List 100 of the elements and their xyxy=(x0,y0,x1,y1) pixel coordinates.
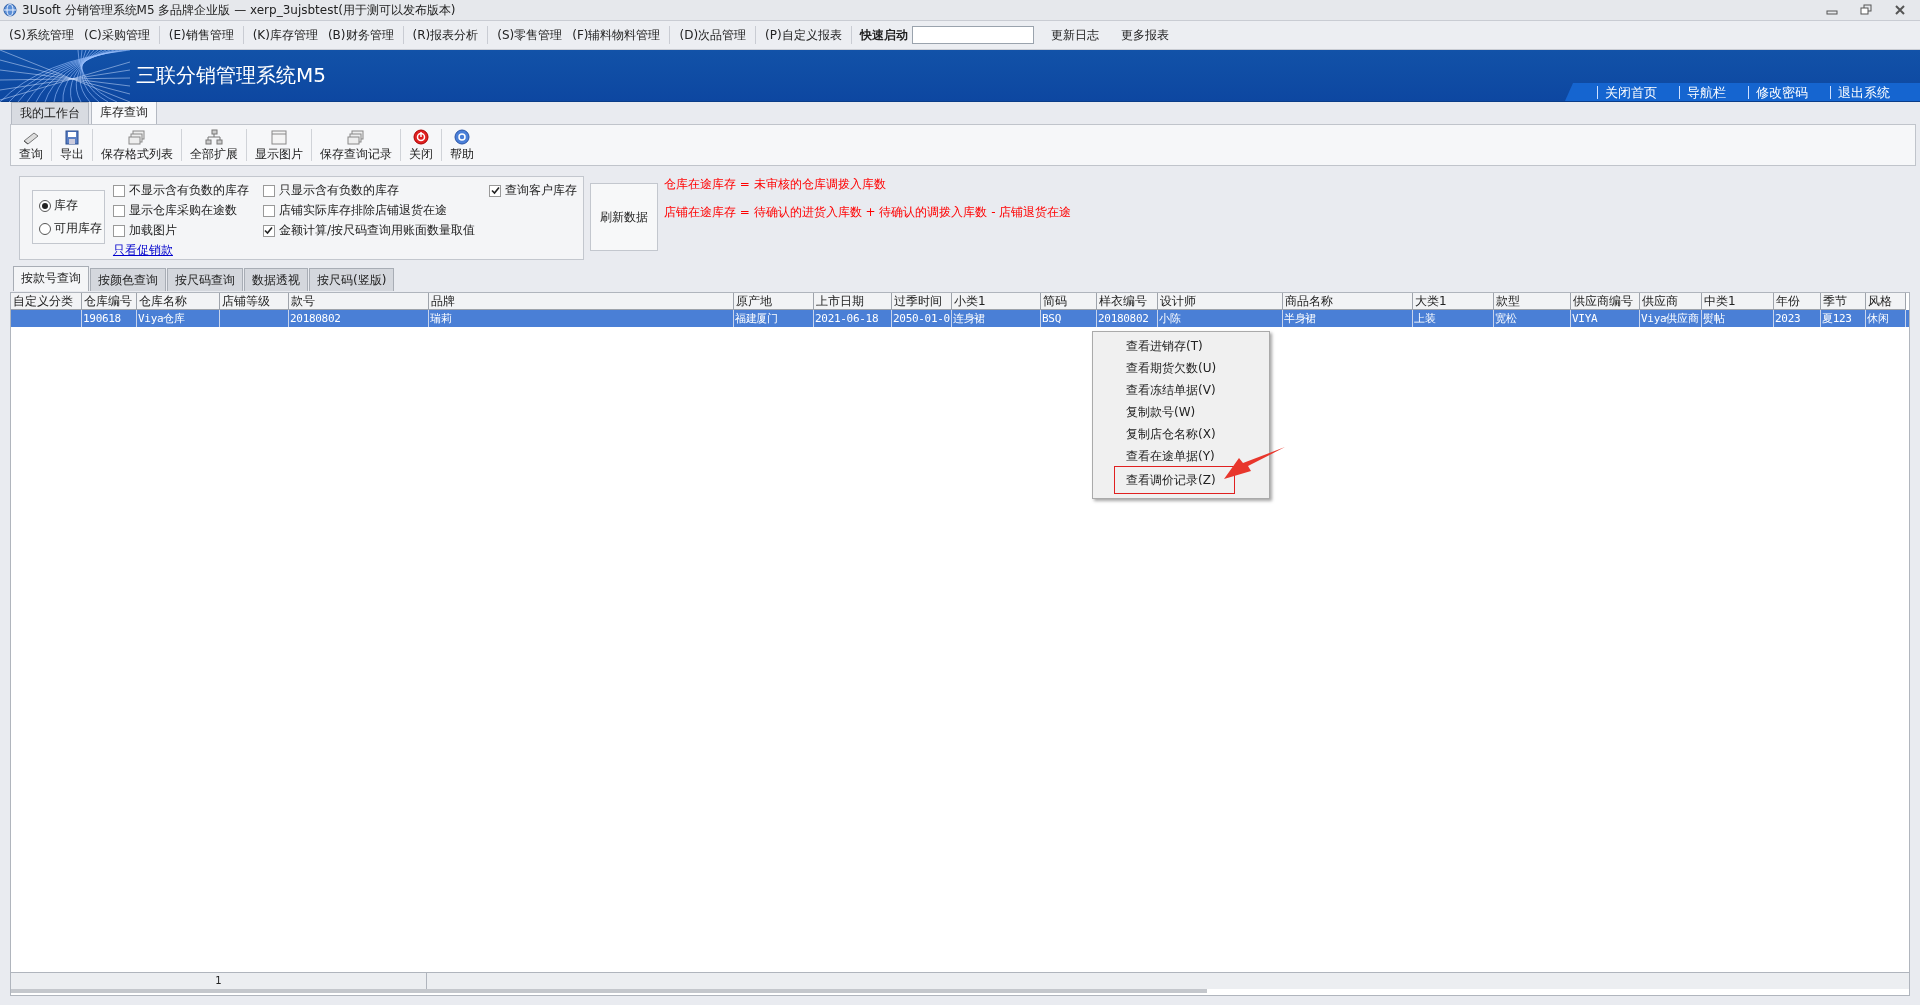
refresh-button[interactable]: 刷新数据 xyxy=(590,183,658,251)
restore-icon[interactable] xyxy=(1860,4,1872,16)
table-cell: 2050-01-0 xyxy=(892,310,952,327)
table-cell: Viya仓库 xyxy=(137,310,220,327)
menu-item[interactable]: (S)零售管理 xyxy=(492,26,568,44)
checkbox-label: 不显示含有负数的库存 xyxy=(128,182,249,199)
checkbox-label: 加载图片 xyxy=(128,222,177,239)
toolbar-button[interactable]: 全部扩展 xyxy=(182,125,246,165)
column-header[interactable]: 商品名称 xyxy=(1283,293,1413,310)
menu-item[interactable]: 查看进销存(T) xyxy=(1093,335,1269,357)
banner-link[interactable]: 关闭首页 xyxy=(1597,86,1669,99)
toolbar-button[interactable]: 关闭 xyxy=(401,125,441,165)
banner-link[interactable]: 导航栏 xyxy=(1679,86,1738,99)
close-icon[interactable] xyxy=(1894,4,1906,16)
table-cell: Viya供应商 xyxy=(1640,310,1702,327)
column-header[interactable]: 供应商编号 xyxy=(1571,293,1640,310)
window-title: 3Usoft 分销管理系统M5 多品牌企业版 — xerp_3ujsbtest(用于测可以发布版本) xyxy=(22,1,456,19)
table-cell: 小陈 xyxy=(1158,310,1283,327)
checkbox-label: 显示仓库采购在途数 xyxy=(128,202,237,219)
checkbox[interactable] xyxy=(262,204,275,217)
radio-button[interactable] xyxy=(39,222,51,235)
menu-item[interactable]: (E)销售管理 xyxy=(163,26,239,44)
stacked-windows-icon xyxy=(128,129,146,145)
table-cell: 2023 xyxy=(1774,310,1821,327)
toolbar-button[interactable]: 显示图片 xyxy=(247,125,311,165)
table-row[interactable]: 190618 Viya仓库 20180802 瑞莉 福建厦门 2021-06-18 2050-01-0 连身裙 BSQ 20180802 小陈 半身裙 上装 宽松 VIYA Viya供应商 熨帖 2023 夏123 休闲 xyxy=(11,310,1909,327)
menu-item[interactable]: (B)财务管理 xyxy=(322,26,399,44)
table-cell: 20180802 xyxy=(1097,310,1158,327)
tree-icon xyxy=(205,129,223,145)
promo-link[interactable]: 只看促销款 xyxy=(112,242,173,259)
query-tab[interactable]: 按款号查询 xyxy=(13,266,89,291)
column-header[interactable]: 仓库编号 xyxy=(82,293,137,310)
menu-item[interactable]: (P)自定义报表 xyxy=(760,26,847,44)
menu-item[interactable]: (K)库存管理 xyxy=(247,26,323,44)
radio-label: 可用库存 xyxy=(54,220,102,237)
column-header[interactable]: 店铺等级 xyxy=(220,293,289,310)
menu-item[interactable]: 查看冻结单据(V) xyxy=(1093,379,1269,401)
column-header[interactable]: 原产地 xyxy=(734,293,814,310)
horizontal-scrollbar[interactable] xyxy=(11,989,1207,993)
toolbar-button[interactable]: 导出 xyxy=(52,125,92,165)
checkbox[interactable] xyxy=(112,224,125,237)
column-header[interactable]: 年份 xyxy=(1774,293,1821,310)
query-tab[interactable]: 按颜色查询 xyxy=(90,268,166,291)
stacked-windows-icon xyxy=(347,129,365,145)
menu-item[interactable]: 复制款号(W) xyxy=(1093,401,1269,423)
checkbox[interactable] xyxy=(112,184,125,197)
column-header[interactable]: 中类1 xyxy=(1702,293,1774,310)
column-header[interactable]: 自定义分类 xyxy=(11,293,82,310)
checkbox-label: 店铺实际库存排除店铺退货在途 xyxy=(278,202,447,219)
menu-item[interactable]: 查看在途单据(Y) xyxy=(1093,445,1269,467)
column-header[interactable]: 设计师 xyxy=(1158,293,1283,310)
banner-title: 三联分销管理系统M5 xyxy=(136,62,326,89)
column-header[interactable]: 过季时间 xyxy=(892,293,952,310)
checkbox[interactable] xyxy=(489,184,501,197)
page-tab[interactable]: 库存查询 xyxy=(91,101,157,124)
quick-launch-field[interactable] xyxy=(911,26,1034,44)
toolbar-button[interactable]: 帮助 xyxy=(442,125,482,165)
menu-link[interactable]: 更多报表 xyxy=(1115,26,1174,44)
menu-item[interactable]: (D)次品管理 xyxy=(674,26,752,44)
toolbar-button[interactable]: 保存格式列表 xyxy=(93,125,181,165)
toolbar-button[interactable]: 查询 xyxy=(11,125,51,165)
menu-item[interactable]: (C)采购管理 xyxy=(79,26,155,44)
table-cell: 190618 xyxy=(82,310,137,327)
column-header[interactable]: 款号 xyxy=(289,293,429,310)
menu-item[interactable]: (R)报表分析 xyxy=(407,26,484,44)
table-cell: 夏123 xyxy=(1821,310,1866,327)
column-header[interactable]: 样衣编号 xyxy=(1097,293,1158,310)
column-header[interactable]: 供应商 xyxy=(1640,293,1702,310)
column-header[interactable]: 季节 xyxy=(1821,293,1866,310)
checkbox[interactable] xyxy=(112,204,125,217)
banner-link[interactable]: 修改密码 xyxy=(1748,86,1820,99)
column-header[interactable]: 大类1 xyxy=(1413,293,1494,310)
column-header[interactable]: 上市日期 xyxy=(814,293,892,310)
column-header[interactable]: 风格 xyxy=(1866,293,1906,310)
column-header[interactable]: 仓库名称 xyxy=(137,293,220,310)
row-count: 1 xyxy=(215,974,222,988)
column-header[interactable]: 简码 xyxy=(1041,293,1097,310)
menu-item[interactable]: (F)辅料物料管理 xyxy=(567,26,666,44)
page-tab[interactable]: 我的工作台 xyxy=(11,102,89,124)
query-tab[interactable]: 按尺码查询 xyxy=(167,268,243,291)
formula-note: 仓库在途库存 = 未审核的仓库调拨入库数 xyxy=(664,176,887,193)
menu-item[interactable]: (S)系统管理 xyxy=(4,26,79,44)
app-globe-icon xyxy=(3,3,17,17)
column-header[interactable]: 品牌 xyxy=(429,293,734,310)
menu-item[interactable]: 复制店仓名称(X) xyxy=(1093,423,1269,445)
radio-button[interactable] xyxy=(39,199,51,212)
checkbox[interactable] xyxy=(262,224,275,237)
menu-link[interactable]: 更新日志 xyxy=(1045,26,1104,44)
help-icon xyxy=(453,129,471,145)
menu-item[interactable]: 查看期货欠数(U) xyxy=(1093,357,1269,379)
column-header[interactable]: 款型 xyxy=(1494,293,1571,310)
query-tab[interactable]: 按尺码(竖版) xyxy=(309,268,395,291)
checkbox[interactable] xyxy=(262,184,275,197)
query-tab[interactable]: 数据透视 xyxy=(244,268,308,291)
toolbar-button[interactable]: 保存查询记录 xyxy=(312,125,400,165)
table-cell: 2021-06-18 xyxy=(814,310,892,327)
menu-item[interactable]: 查看调价记录(Z) xyxy=(1115,467,1234,493)
banner-link[interactable]: 退出系统 xyxy=(1830,86,1902,99)
column-header[interactable]: 小类1 xyxy=(952,293,1041,310)
table-cell: 上装 xyxy=(1413,310,1494,327)
